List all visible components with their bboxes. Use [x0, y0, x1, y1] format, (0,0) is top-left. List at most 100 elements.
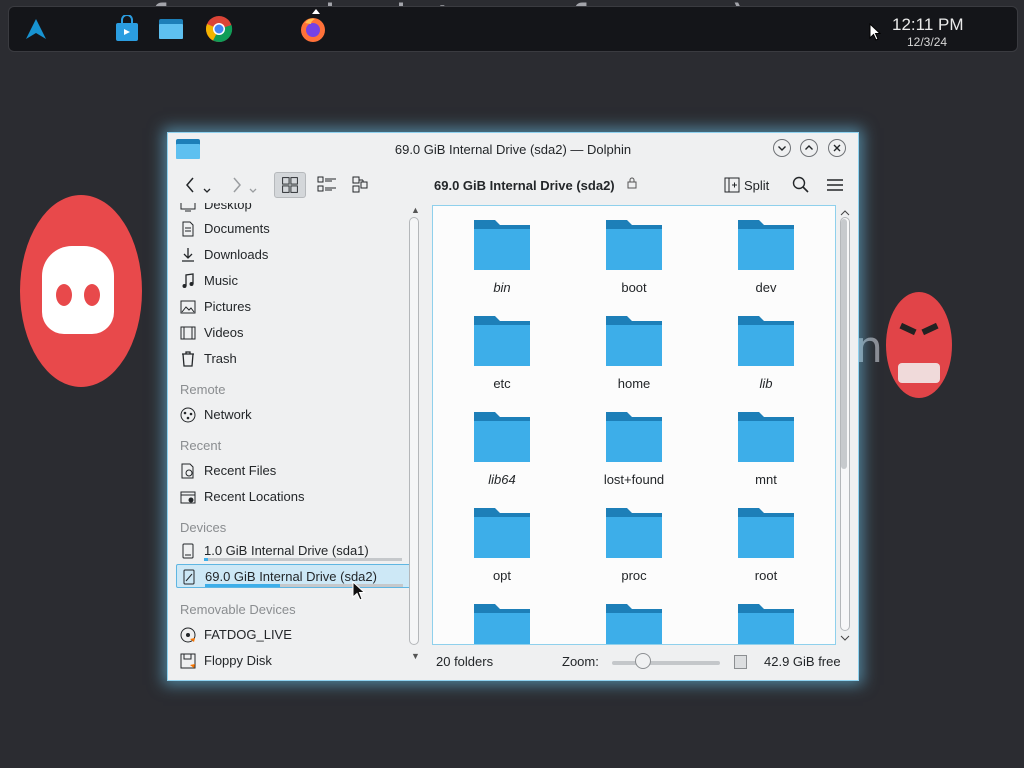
places-panel: Desktop Documents Downloads Music Pictur… — [168, 203, 424, 677]
folder-item[interactable]: lib64 — [447, 398, 557, 494]
folder-icon — [738, 316, 794, 366]
window-title: 69.0 GiB Internal Drive (sda2) — Dolphin — [394, 142, 632, 157]
section-devices: Devices — [180, 520, 227, 535]
zoom-slider-handle[interactable] — [635, 653, 651, 669]
split-label: Split — [744, 178, 770, 193]
dolphin-window: 69.0 GiB Internal Drive (sda2) — Dolphin — [167, 132, 859, 681]
back-button[interactable] — [182, 172, 216, 198]
folder-item[interactable]: root — [711, 494, 821, 590]
title-bar[interactable]: 69.0 GiB Internal Drive (sda2) — Dolphin — [168, 133, 858, 165]
sidebar-item-pictures[interactable]: Pictures — [176, 295, 416, 319]
folder-name: lib — [759, 376, 773, 391]
maximize-button[interactable] — [800, 139, 818, 157]
minimize-button[interactable] — [773, 139, 791, 157]
sidebar-item-network[interactable]: Network — [176, 403, 416, 427]
hamburger-menu-icon[interactable] — [826, 177, 844, 193]
folder-item[interactable]: etc — [447, 302, 557, 398]
sidebar-item-videos[interactable]: Videos — [176, 321, 416, 345]
sidebar-item-label: FATDOG_LIVE — [204, 627, 292, 642]
close-button[interactable] — [828, 139, 846, 157]
file-view[interactable]: bin boot dev etc home lib lib64 lost+found mnt op… — [432, 205, 836, 645]
folder-item[interactable]: proc — [579, 494, 689, 590]
section-removable: Removable Devices — [180, 602, 296, 617]
free-space-label: 42.9 GiB free — [764, 654, 841, 669]
file-view-scrollbar[interactable] — [839, 205, 851, 643]
folder-name: mnt — [755, 472, 777, 487]
mouse-cursor-icon — [352, 581, 366, 601]
section-remote: Remote — [180, 382, 226, 397]
folder-item[interactable]: boot — [579, 206, 689, 302]
search-icon[interactable] — [792, 176, 810, 194]
section-recent: Recent — [180, 438, 222, 453]
free-space-indicator[interactable] — [734, 655, 747, 669]
sidebar-item-trash[interactable]: Trash — [176, 347, 416, 371]
trash-icon — [182, 351, 194, 367]
folder-icon — [606, 604, 662, 644]
sidebar-item-music[interactable]: Music — [176, 269, 416, 293]
music-icon — [182, 273, 194, 288]
folder-item[interactable] — [711, 590, 821, 644]
folder-name: root — [754, 568, 778, 583]
folder-item[interactable] — [447, 590, 557, 644]
folder-count: 20 folders — [436, 654, 494, 669]
sidebar-item-label: Downloads — [204, 247, 269, 262]
scroll-down-arrow[interactable] — [839, 633, 851, 643]
location-label: 69.0 GiB Internal Drive (sda2) — [434, 178, 615, 193]
clock-time[interactable]: 12:11 PM — [892, 15, 964, 35]
store-icon[interactable] — [113, 15, 141, 43]
folder-icon — [606, 316, 662, 366]
folder-name: proc — [621, 568, 647, 583]
folder-item[interactable]: home — [579, 302, 689, 398]
zoom-label: Zoom: — [562, 654, 599, 669]
chrome-icon[interactable] — [205, 15, 233, 43]
sidebar-item-label: Music — [204, 273, 238, 288]
sidebar-scroll-up[interactable]: ▲ — [411, 205, 420, 215]
angry-teeth — [898, 363, 940, 383]
forward-button[interactable] — [228, 172, 262, 198]
details-view-button[interactable] — [346, 172, 376, 198]
sidebar-item-drive-sda1[interactable]: 1.0 GiB Internal Drive (sda1) — [176, 539, 416, 563]
icons-view-button[interactable] — [274, 172, 306, 198]
clock-date[interactable]: 12/3/24 — [907, 35, 947, 49]
sidebar-item-label: Desktop — [204, 203, 252, 212]
folder-item[interactable]: lib — [711, 302, 821, 398]
folder-item[interactable]: opt — [447, 494, 557, 590]
folder-name: dev — [755, 280, 777, 295]
sidebar-item-downloads[interactable]: Downloads — [176, 243, 416, 267]
sidebar-item-desktop[interactable]: Desktop — [176, 203, 416, 217]
folder-item[interactable]: mnt — [711, 398, 821, 494]
folder-item[interactable]: lost+found — [579, 398, 689, 494]
arch-launcher-icon[interactable] — [24, 17, 48, 41]
firefox-icon[interactable] — [299, 15, 327, 43]
folder-item[interactable] — [579, 590, 689, 644]
optical-disc-icon — [180, 627, 196, 643]
folder-item[interactable]: dev — [711, 206, 821, 302]
split-icon — [724, 177, 740, 193]
sidebar-item-label: Recent Locations — [204, 489, 305, 504]
split-button[interactable]: Split — [724, 177, 769, 193]
recent-locations-icon — [180, 491, 196, 504]
taskbar: 12:11 PM 12/3/24 — [8, 6, 1018, 52]
folder-icon — [606, 412, 662, 462]
folder-icon — [474, 604, 530, 644]
folder-icon — [606, 508, 662, 558]
sidebar-item-label: Recent Files — [204, 463, 277, 478]
folder-icon — [606, 220, 662, 270]
sidebar-item-recent-locations[interactable]: Recent Locations — [176, 485, 416, 509]
videos-icon — [180, 326, 196, 340]
desktop-icon — [180, 203, 196, 212]
folder-item[interactable]: bin — [447, 206, 557, 302]
network-icon — [180, 407, 196, 423]
sidebar-scrollbar[interactable] — [409, 217, 419, 645]
zoom-slider[interactable] — [612, 661, 720, 665]
scroll-handle[interactable] — [841, 219, 847, 469]
folder-icon — [474, 412, 530, 462]
compact-view-button[interactable] — [312, 172, 342, 198]
folder-icon — [738, 220, 794, 270]
sidebar-item-drive-sda2[interactable]: 69.0 GiB Internal Drive (sda2) — [176, 564, 416, 588]
sidebar-item-documents[interactable]: Documents — [176, 217, 416, 241]
drive-icon — [183, 569, 195, 585]
sidebar-item-recent-files[interactable]: Recent Files — [176, 459, 416, 483]
sidebar-item-fatdog-live[interactable]: FATDOG_LIVE — [176, 623, 416, 647]
files-icon[interactable] — [157, 15, 185, 43]
